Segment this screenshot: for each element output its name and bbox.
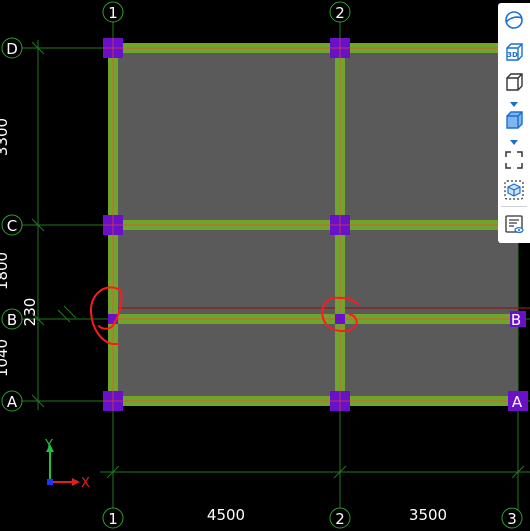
orbit-view-button[interactable] (501, 7, 527, 33)
dim-left-230: 230 (21, 298, 39, 327)
dim-left-1800: 1800 (0, 252, 11, 290)
frame-select-button[interactable] (501, 147, 527, 173)
solid-view-dropdown[interactable] (501, 135, 527, 145)
axis-label-A-right: A (512, 393, 523, 411)
axis-gizmo-x-label: X (81, 476, 90, 491)
view-toolbar: 3D (498, 3, 530, 243)
slab-panel (113, 48, 340, 225)
caret-down-icon (510, 130, 518, 149)
dim-left-3300: 3300 (0, 118, 11, 156)
drawing-canvas[interactable]: 1 2 1 2 3 D C B A B A 4500 3500 3300 180… (0, 0, 530, 531)
slab-panel (340, 225, 518, 319)
slab-panel (340, 319, 518, 401)
orbit-view-icon (503, 9, 525, 31)
properties-view-icon (503, 213, 525, 235)
slab-panel (340, 48, 518, 225)
dim-bottom-4500: 4500 (207, 506, 245, 524)
solid-view-icon (503, 109, 525, 131)
properties-view-button[interactable] (501, 211, 527, 237)
axis-label-C: C (7, 217, 17, 235)
slab-panel (113, 225, 340, 319)
column (335, 314, 345, 324)
axis-label-B-right: B (511, 311, 521, 329)
box-view-icon (503, 71, 525, 93)
dim-bottom-3500: 3500 (409, 506, 447, 524)
axis-label-1-bottom: 1 (108, 510, 118, 528)
axis-label-2-top: 2 (335, 4, 345, 22)
axis-gizmo: Y X (44, 438, 90, 491)
svg-text:3D: 3D (507, 51, 518, 59)
box-view-dropdown[interactable] (501, 97, 527, 107)
toolbar-divider (501, 206, 527, 207)
axis-label-B: B (7, 311, 17, 329)
view-3d-button[interactable]: 3D (501, 39, 527, 65)
axis-label-2-bottom: 2 (335, 510, 345, 528)
axis-label-3-bottom: 3 (507, 510, 517, 528)
axis-label-D: D (6, 40, 18, 58)
axis-label-1-top: 1 (108, 4, 118, 22)
slab-panel (113, 319, 340, 401)
view-3d-icon: 3D (503, 41, 525, 63)
frame-select-icon (503, 149, 525, 171)
axis-gizmo-y-label: Y (44, 438, 53, 453)
dim-left-1040: 1040 (0, 339, 11, 377)
axis-label-A: A (7, 393, 18, 411)
section-box-icon (503, 179, 525, 201)
section-box-button[interactable] (501, 177, 527, 203)
